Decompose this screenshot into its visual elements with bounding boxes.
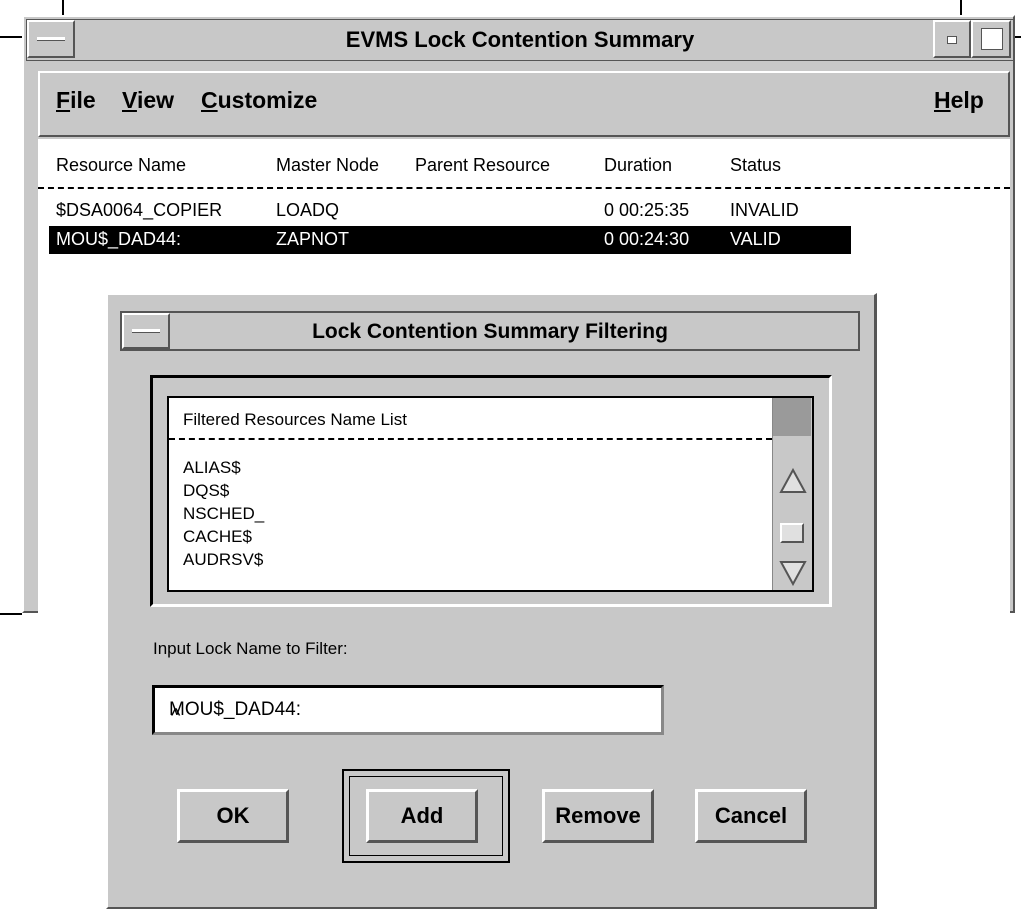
scroll-down-arrow-icon[interactable] (779, 560, 807, 586)
cell-duration: 0 00:25:35 (604, 200, 690, 220)
list-item[interactable]: NSCHED_ (183, 504, 264, 524)
remove-button[interactable]: Remove (542, 789, 654, 843)
scrollbar-header (773, 398, 811, 436)
scroll-up-arrow-icon[interactable] (779, 468, 807, 494)
filtered-resources-list[interactable]: Filtered Resources Name List ALIAS$ DQS$… (167, 396, 814, 592)
column-header[interactable]: Parent Resource (415, 155, 550, 176)
window-title: EVMS Lock Contention Summary (345, 27, 695, 52)
filter-dialog: Lock Contention Summary Filtering Filter… (106, 293, 877, 909)
menu-bar: File View Customize Help (38, 71, 1010, 137)
column-header[interactable]: Master Node (276, 155, 379, 176)
dialog-titlebar[interactable]: Lock Contention Summary Filtering (120, 311, 860, 351)
table-row[interactable]: $DSA0064_COPIER LOADQ 0 00:25:35 INVALID (38, 197, 858, 225)
column-header[interactable]: Resource Name (56, 155, 186, 176)
ok-button[interactable]: OK (177, 789, 289, 843)
column-header[interactable]: Status (730, 155, 781, 176)
frame-corner (0, 36, 22, 38)
menu-customize[interactable]: Customize (201, 87, 317, 114)
vertical-scrollbar[interactable] (772, 398, 812, 590)
cell-master: LOADQ (276, 200, 340, 220)
filter-list-frame: Filtered Resources Name List ALIAS$ DQS$… (150, 375, 832, 607)
menu-help[interactable]: Help (934, 87, 984, 114)
frame-corner (960, 0, 962, 15)
menu-file[interactable]: File (56, 87, 96, 114)
column-header[interactable]: Duration (604, 155, 672, 176)
dialog-title: Lock Contention Summary Filtering (312, 320, 668, 343)
cell-status: VALID (730, 229, 781, 249)
scroll-thumb[interactable] (780, 523, 804, 543)
cell-resource: MOU$_DAD44: (56, 229, 182, 249)
header-divider (38, 187, 1010, 189)
list-divider (169, 438, 772, 440)
cell-resource: $DSA0064_COPIER (56, 200, 223, 220)
menu-view[interactable]: View (122, 87, 174, 114)
lock-name-input[interactable] (152, 685, 664, 735)
input-label: Input Lock Name to Filter: (153, 639, 348, 658)
list-item[interactable]: ALIAS$ (183, 458, 241, 478)
default-button-frame: Add (342, 769, 510, 863)
add-button[interactable]: Add (366, 789, 478, 843)
cancel-button[interactable]: Cancel (695, 789, 807, 843)
cell-duration: 0 00:24:30 (604, 229, 690, 249)
list-item[interactable]: DQS$ (183, 481, 229, 501)
maximize-icon[interactable] (971, 20, 1011, 58)
cell-master: ZAPNOT (276, 229, 350, 249)
list-item[interactable]: CACHE$ (183, 527, 252, 547)
list-header: Filtered Resources Name List (183, 410, 407, 429)
list-item[interactable]: AUDRSV$ (183, 550, 263, 570)
text-caret: ^ (171, 705, 181, 727)
table-row-selected[interactable]: MOU$_DAD44: ZAPNOT 0 00:24:30 VALID (49, 226, 851, 254)
frame-corner (0, 613, 22, 615)
frame-corner (62, 0, 64, 15)
frame-corner (1015, 36, 1021, 38)
cell-status: INVALID (730, 200, 799, 220)
minimize-icon[interactable] (933, 20, 971, 58)
main-titlebar[interactable]: EVMS Lock Contention Summary (26, 19, 1014, 61)
